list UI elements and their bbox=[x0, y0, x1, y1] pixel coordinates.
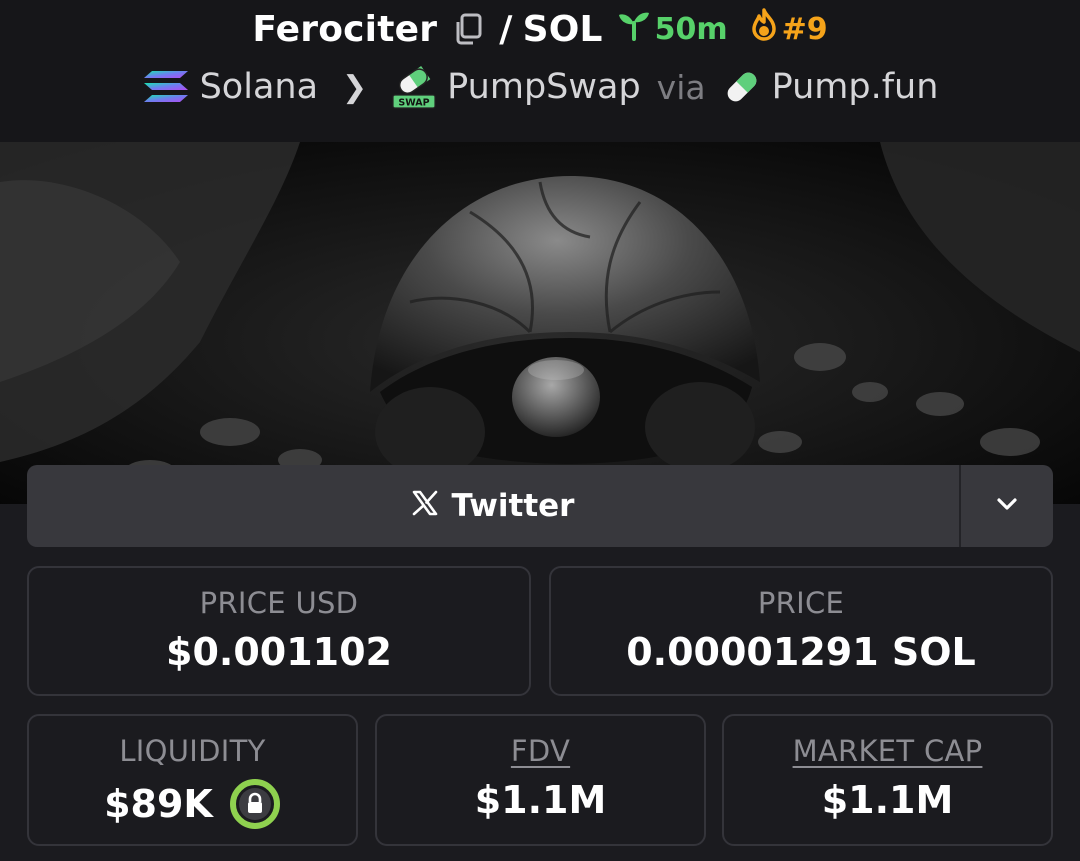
x-logo-icon bbox=[412, 488, 438, 524]
trending-rank-badge[interactable]: #9 bbox=[748, 8, 828, 50]
price-usd-label: PRICE USD bbox=[199, 586, 359, 620]
liquidity-lock-icon[interactable] bbox=[229, 778, 281, 830]
price-native-label: PRICE bbox=[757, 586, 845, 620]
token-banner-image bbox=[0, 142, 1080, 504]
chain-link[interactable]: Solana bbox=[200, 67, 318, 107]
age-badge: 50m bbox=[617, 9, 728, 49]
pumpswap-icon: SWAP bbox=[391, 64, 437, 110]
market-cap-value: $1.1M bbox=[821, 778, 954, 822]
flame-icon bbox=[748, 8, 780, 50]
route-breadcrumb: Solana ❯ SWAP PumpSwap via Pump.fun bbox=[0, 62, 1080, 112]
solana-icon bbox=[142, 67, 190, 107]
quote-symbol: SOL bbox=[522, 8, 603, 50]
socials-dropdown-button[interactable] bbox=[961, 465, 1053, 547]
chevron-down-icon bbox=[995, 496, 1019, 516]
pair-separator: / bbox=[499, 8, 513, 50]
price-usd-card: PRICE USD $0.001102 bbox=[27, 566, 531, 696]
swap-icon-text: SWAP bbox=[399, 98, 430, 109]
twitter-button[interactable]: Twitter bbox=[27, 465, 959, 547]
liquidity-value: $89K bbox=[104, 782, 213, 826]
age-text: 50m bbox=[654, 11, 728, 47]
copy-icon[interactable] bbox=[451, 12, 485, 46]
price-native-value: 0.00001291 SOL bbox=[626, 630, 976, 674]
price-usd-value: $0.001102 bbox=[166, 630, 392, 674]
twitter-label: Twitter bbox=[451, 488, 575, 524]
liquidity-card: LIQUIDITY $89K bbox=[27, 714, 358, 846]
liquidity-value-row: $89K bbox=[104, 778, 281, 830]
dex-link[interactable]: PumpSwap bbox=[447, 67, 641, 107]
fdv-value: $1.1M bbox=[474, 778, 607, 822]
market-cap-card: MARKET CAP $1.1M bbox=[722, 714, 1053, 846]
socials-bar: Twitter bbox=[27, 465, 1053, 547]
pill-icon bbox=[722, 67, 762, 107]
rank-text: #9 bbox=[781, 11, 828, 47]
pair-header: Ferociter / SOL 50m #9 Solana ❯ SWAP Pum… bbox=[0, 0, 1080, 142]
launchpad-link[interactable]: Pump.fun bbox=[772, 67, 939, 107]
fdv-card: FDV $1.1M bbox=[375, 714, 706, 846]
fdv-label[interactable]: FDV bbox=[511, 734, 570, 768]
market-cap-label[interactable]: MARKET CAP bbox=[793, 734, 983, 768]
via-label: via bbox=[656, 67, 706, 107]
token-name: Ferociter bbox=[252, 8, 438, 50]
liquidity-label: LIQUIDITY bbox=[119, 734, 266, 768]
price-native-card: PRICE 0.00001291 SOL bbox=[549, 566, 1053, 696]
seedling-icon bbox=[617, 9, 651, 49]
chevron-right-icon: ❯ bbox=[342, 69, 368, 105]
title-row: Ferociter / SOL 50m #9 bbox=[0, 4, 1080, 54]
